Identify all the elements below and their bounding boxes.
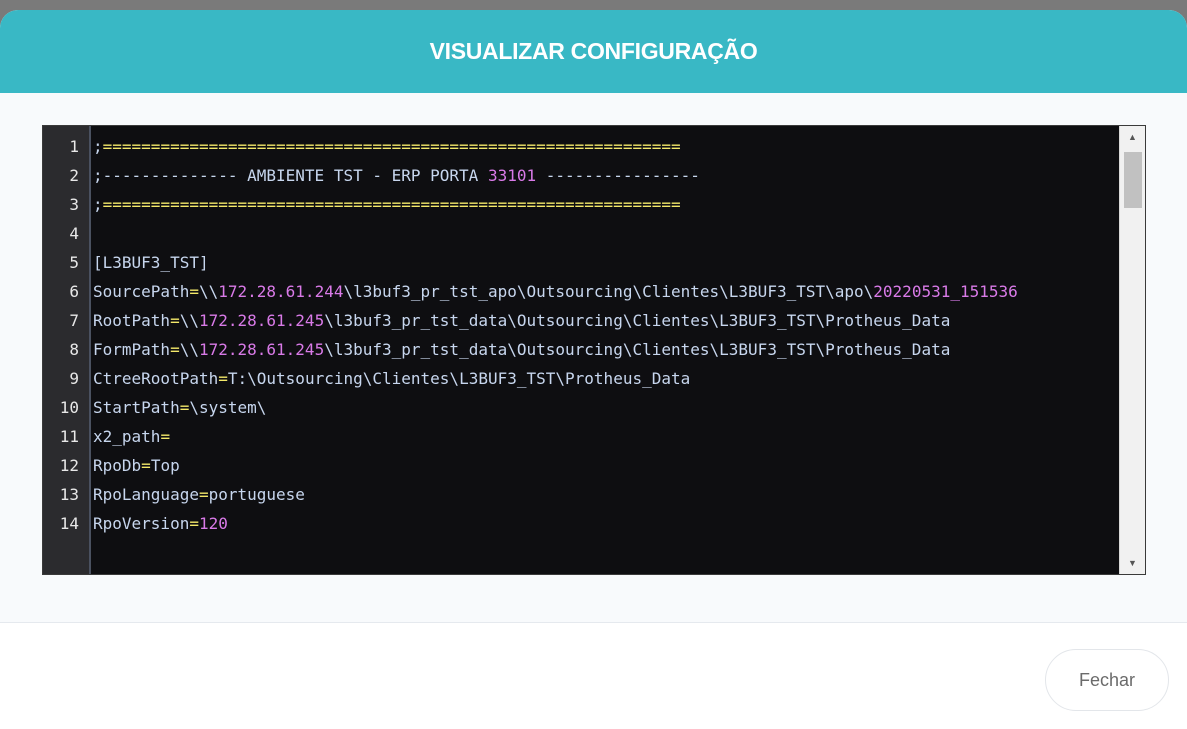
code-token: CtreeRootPath — [93, 369, 219, 388]
code-text: ;=======================================… — [85, 132, 1119, 161]
scroll-up-icon[interactable]: ▲ — [1120, 128, 1145, 146]
code-token: = — [189, 282, 199, 301]
code-token: \\ — [198, 282, 219, 301]
code-token: 120 — [198, 514, 228, 533]
line-number: 7 — [69, 311, 79, 330]
code-token: \l3buf3_pr_tst_apo\Outsourcing\Clientes\… — [343, 282, 874, 301]
code-line: 10 StartPath=\system\ — [43, 393, 1121, 422]
code-line: 14 RpoVersion=120 — [43, 509, 1121, 538]
code-token: RpoVersion — [93, 514, 190, 533]
code-token: 172.28.61.245 — [198, 340, 325, 359]
line-number: 11 — [59, 427, 79, 446]
code-lines: 1 ;======================================… — [43, 132, 1121, 538]
line-number: 5 — [69, 253, 79, 272]
code-token: T:\Outsourcing\Clientes\L3BUF3_TST\Proth… — [227, 369, 691, 388]
code-token: 33101 — [487, 166, 537, 185]
code-text: ;-------------- AMBIENTE TST - ERP PORTA… — [85, 161, 1119, 190]
code-line: 4 — [43, 219, 1121, 248]
code-token: = — [141, 456, 151, 475]
code-token: RootPath — [93, 311, 171, 330]
code-token: = — [179, 398, 190, 417]
code-text: RpoLanguage=portuguese — [85, 480, 1119, 509]
code-token: = — [189, 514, 199, 533]
code-text: SourcePath=\\172.28.61.244\l3buf3_pr_tst… — [85, 277, 1119, 306]
code-token: ---------------- — [536, 166, 700, 185]
line-number: 1 — [69, 137, 79, 156]
code-token: \\ — [179, 340, 199, 359]
code-line: 3 ;======================================… — [43, 190, 1121, 219]
modal-header: VISUALIZAR CONFIGURAÇÃO — [0, 10, 1187, 93]
config-modal: VISUALIZAR CONFIGURAÇÃO 1 ;==============… — [0, 10, 1187, 729]
code-token: SourcePath — [93, 282, 190, 301]
code-line: 6 SourcePath=\\172.28.61.244\l3buf3_pr_ts… — [43, 277, 1121, 306]
code-text: RpoVersion=120 — [85, 509, 1119, 538]
code-token: FormPath — [93, 340, 171, 359]
code-line: 12 RpoDb=Top — [43, 451, 1121, 480]
vertical-scrollbar[interactable]: ▲ ▼ — [1119, 126, 1145, 574]
modal-footer: Fechar — [0, 623, 1187, 729]
close-button[interactable]: Fechar — [1045, 649, 1169, 711]
code-token: ========================================… — [102, 195, 681, 214]
code-token: portuguese — [208, 485, 305, 504]
code-line: 7 RootPath=\\172.28.61.245\l3buf3_pr_tst_… — [43, 306, 1121, 335]
code-token: = — [160, 427, 171, 446]
code-text: StartPath=\system\ — [85, 393, 1119, 422]
code-text: RpoDb=Top — [85, 451, 1119, 480]
line-number: 6 — [69, 282, 79, 301]
scroll-down-icon[interactable]: ▼ — [1120, 554, 1145, 572]
code-token: x2_path — [93, 427, 161, 446]
code-token: = — [198, 485, 209, 504]
code-line: 2 ;-------------- AMBIENTE TST - ERP PORT… — [43, 161, 1121, 190]
line-number: 4 — [69, 224, 79, 243]
code-token: \system\ — [189, 398, 267, 417]
code-line: 13 RpoLanguage=portuguese — [43, 480, 1121, 509]
code-token: StartPath — [93, 398, 180, 417]
code-text: RootPath=\\172.28.61.245\l3buf3_pr_tst_d… — [85, 306, 1119, 335]
code-token: ========================================… — [102, 137, 681, 156]
code-line: 11 x2_path= — [43, 422, 1121, 451]
modal-title: VISUALIZAR CONFIGURAÇÃO — [429, 38, 758, 64]
code-token: 172.28.61.245 — [198, 311, 325, 330]
code-token: Top — [150, 456, 180, 475]
code-line: 9 CtreeRootPath=T:\Outsourcing\Clientes\L… — [43, 364, 1121, 393]
code-token: 20220531_151536 — [873, 282, 1018, 301]
code-token: \\ — [179, 311, 199, 330]
line-number: 10 — [59, 398, 79, 417]
line-number: 14 — [59, 514, 79, 533]
code-token: RpoDb — [93, 456, 142, 475]
code-token: = — [218, 369, 228, 388]
code-token: RpoLanguage — [93, 485, 199, 504]
code-text: x2_path= — [85, 422, 1119, 451]
code-line: 5 [L3BUF3_TST] — [43, 248, 1121, 277]
code-text: [L3BUF3_TST] — [85, 248, 1119, 277]
scroll-thumb[interactable] — [1124, 152, 1142, 208]
code-text: ;=======================================… — [85, 190, 1119, 219]
modal-body: 1 ;======================================… — [0, 93, 1187, 623]
line-number: 8 — [69, 340, 79, 359]
code-token: = — [170, 340, 180, 359]
line-number: 13 — [59, 485, 79, 504]
code-token: ;-------------- AMBIENTE TST - ERP PORTA — [93, 166, 488, 185]
line-number: 2 — [69, 166, 79, 185]
code-token: ; — [93, 137, 103, 156]
code-token: \l3buf3_pr_tst_data\Outsourcing\Clientes… — [324, 340, 951, 359]
code-token: 172.28.61.244 — [218, 282, 344, 301]
code-line: 1 ;======================================… — [43, 132, 1121, 161]
code-token: \l3buf3_pr_tst_data\Outsourcing\Clientes… — [324, 311, 951, 330]
code-token: ; — [93, 195, 103, 214]
code-token: = — [170, 311, 180, 330]
line-number: 3 — [69, 195, 79, 214]
code-token: [L3BUF3_TST] — [93, 253, 209, 272]
code-text: FormPath=\\172.28.61.245\l3buf3_pr_tst_d… — [85, 335, 1119, 364]
code-text: CtreeRootPath=T:\Outsourcing\Clientes\L3… — [85, 364, 1119, 393]
code-line: 8 FormPath=\\172.28.61.245\l3buf3_pr_tst_… — [43, 335, 1121, 364]
line-number: 9 — [69, 369, 79, 388]
line-number: 12 — [59, 456, 79, 475]
code-editor[interactable]: 1 ;======================================… — [42, 125, 1146, 575]
